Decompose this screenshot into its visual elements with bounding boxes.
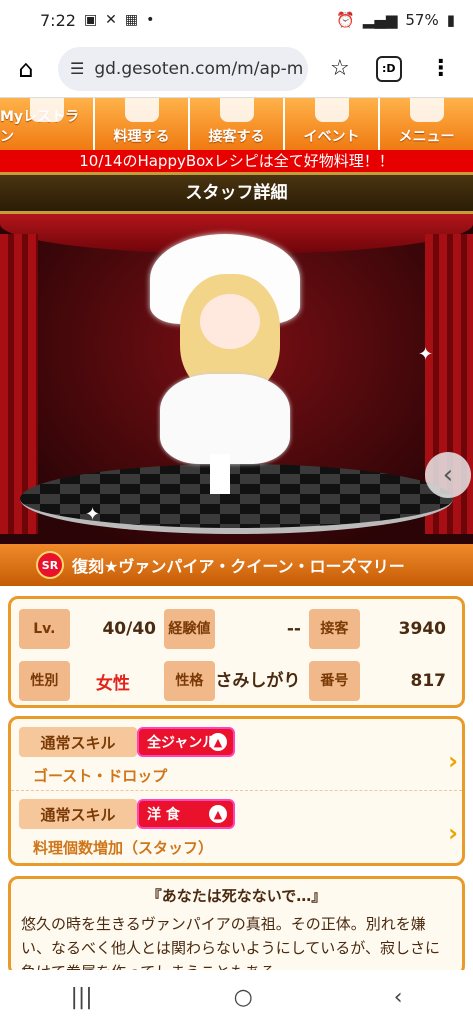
gender-label: 性別 bbox=[19, 661, 70, 701]
x-icon: ✕ bbox=[105, 12, 117, 28]
exp-label: 経験値 bbox=[164, 609, 215, 649]
tune-icon[interactable]: ☰ bbox=[70, 59, 84, 78]
genre-label: 洋 食 bbox=[147, 807, 180, 823]
skill-name: ゴースト・ドロップ bbox=[33, 767, 168, 785]
number-value: 817 bbox=[410, 671, 447, 691]
more-menu-icon[interactable]: ⋮ bbox=[430, 56, 452, 81]
lv-label: Lv. bbox=[19, 609, 70, 649]
nav-cook[interactable]: 料理する bbox=[95, 98, 190, 150]
service-label: 接客 bbox=[309, 609, 360, 649]
alarm-icon: ⏰ bbox=[336, 11, 355, 29]
nav-label: 接客する bbox=[208, 129, 265, 145]
character-dress bbox=[160, 374, 290, 464]
cloche-icon bbox=[219, 98, 254, 122]
menu-icon bbox=[409, 98, 444, 122]
stats-row: 性別 女性 性格 さみしがり 番号 817 bbox=[19, 657, 454, 705]
personality-value: さみしがり bbox=[215, 671, 301, 691]
battery-icon: ▮ bbox=[446, 11, 455, 29]
staff-character-image bbox=[140, 234, 340, 494]
number-label: 番号 bbox=[309, 661, 360, 701]
battery-level: 57% bbox=[405, 11, 439, 29]
gender-value: 女性 bbox=[95, 673, 130, 694]
skill-name: 料理個数増加（スタッフ） bbox=[33, 839, 214, 857]
skill-type: 通常スキル bbox=[19, 799, 137, 829]
personality-label: 性格 bbox=[164, 661, 215, 701]
image-icon: ▣ bbox=[83, 12, 98, 28]
skills-panel: 通常スキル 全ジャンル ▲ ゴースト・ドロップ › 通常スキル 洋 食 ▲ 料理… bbox=[8, 716, 465, 866]
calendar-icon: ▦ bbox=[124, 12, 139, 28]
up-arrow-icon: ▲ bbox=[209, 805, 227, 823]
restaurant-icon bbox=[29, 98, 64, 122]
genre-label: 全ジャンル bbox=[147, 735, 217, 751]
character-stage: ✦ ✦ ‹ bbox=[0, 214, 473, 544]
up-arrow-icon: ▲ bbox=[209, 733, 227, 751]
description-title: 『あなたは死なないで…』 bbox=[146, 887, 327, 905]
signal-icon: ▂▄▆ bbox=[362, 11, 398, 29]
tabs-button[interactable]: :D bbox=[375, 55, 402, 82]
stats-row: Lv. 40/40 経験値 -- 接客 3940 bbox=[19, 605, 454, 653]
nav-event[interactable]: イベント bbox=[285, 98, 380, 150]
home-button-icon[interactable]: ○ bbox=[234, 985, 253, 1010]
game-nav: Myレストラン 料理する 接客する イベント メニュー bbox=[0, 98, 473, 150]
clock: 7:22 bbox=[40, 10, 76, 30]
description-panel: 『あなたは死なないで…』 悠久の時を生きるヴァンパイアの真祖。その正体。別れを嫌… bbox=[8, 876, 465, 976]
browser-toolbar: ⌂ ☰ gd.gesoten.com/m/ap-m ☆ :D ⋮ bbox=[0, 40, 473, 98]
chevron-right-icon[interactable]: › bbox=[448, 819, 458, 847]
service-value: 3940 bbox=[398, 619, 446, 639]
skill-genre-badge: 洋 食 ▲ bbox=[137, 799, 235, 829]
home-icon[interactable]: ⌂ bbox=[10, 53, 42, 85]
staff-name-bar: SR 復刻★ヴァンパイア・クイーン・ローズマリー bbox=[0, 544, 473, 586]
news-ticker[interactable]: 10/14のHappyBoxレシピは全て好物料理！！ bbox=[0, 150, 473, 172]
nav-label: メニュー bbox=[398, 129, 455, 145]
skill-row[interactable]: 通常スキル 洋 食 ▲ 料理個数増加（スタッフ） › bbox=[11, 791, 462, 863]
pot-icon bbox=[124, 98, 159, 122]
url-field[interactable]: ☰ gd.gesoten.com/m/ap-m bbox=[58, 46, 308, 91]
nav-label: イベント bbox=[303, 129, 360, 145]
character-face bbox=[200, 294, 260, 349]
nav-my-restaurant[interactable]: Myレストラン bbox=[0, 98, 95, 150]
skill-type: 通常スキル bbox=[19, 727, 137, 757]
sparkle-icon: ✦ bbox=[418, 344, 434, 365]
staff-name: 復刻★ヴァンパイア・クイーン・ローズマリー bbox=[72, 557, 405, 576]
event-icon bbox=[314, 98, 349, 122]
exp-value: -- bbox=[286, 619, 301, 639]
page-title: スタッフ詳細 bbox=[0, 172, 473, 214]
status-bar: 7:22 ▣ ✕ ▦ • ⏰ ▂▄▆ 57% ▮ bbox=[0, 0, 473, 40]
lv-value: 40/40 bbox=[102, 619, 156, 639]
rarity-badge: SR bbox=[36, 551, 64, 579]
stats-panel: Lv. 40/40 経験値 -- 接客 3940 性別 女性 性格 さみしがり … bbox=[8, 596, 465, 708]
dot: • bbox=[146, 12, 155, 28]
chevron-right-icon[interactable]: › bbox=[448, 747, 458, 775]
back-chevron-button[interactable]: ‹ bbox=[425, 452, 471, 498]
skill-genre-badge: 全ジャンル ▲ bbox=[137, 727, 235, 757]
description-text: 悠久の時を生きるヴァンパイアの真祖。その正体。別れを嫌い、なるべく他人とは関わら… bbox=[21, 915, 440, 973]
sparkle-icon: ✦ bbox=[85, 504, 101, 525]
system-nav-bar: ||| ○ ‹ bbox=[0, 970, 473, 1024]
nav-menu[interactable]: メニュー bbox=[380, 98, 473, 150]
bookmark-star-icon[interactable]: ☆ bbox=[330, 56, 350, 81]
skill-row[interactable]: 通常スキル 全ジャンル ▲ ゴースト・ドロップ › bbox=[11, 719, 462, 791]
notification-icons: ▣ ✕ ▦ • bbox=[84, 12, 154, 28]
recent-apps-icon[interactable]: ||| bbox=[70, 985, 92, 1010]
url-text: gd.gesoten.com/m/ap-m bbox=[94, 58, 304, 79]
back-icon[interactable]: ‹ bbox=[394, 985, 403, 1010]
nav-serve[interactable]: 接客する bbox=[190, 98, 285, 150]
nav-label: 料理する bbox=[113, 129, 170, 145]
character-legs bbox=[210, 454, 230, 494]
